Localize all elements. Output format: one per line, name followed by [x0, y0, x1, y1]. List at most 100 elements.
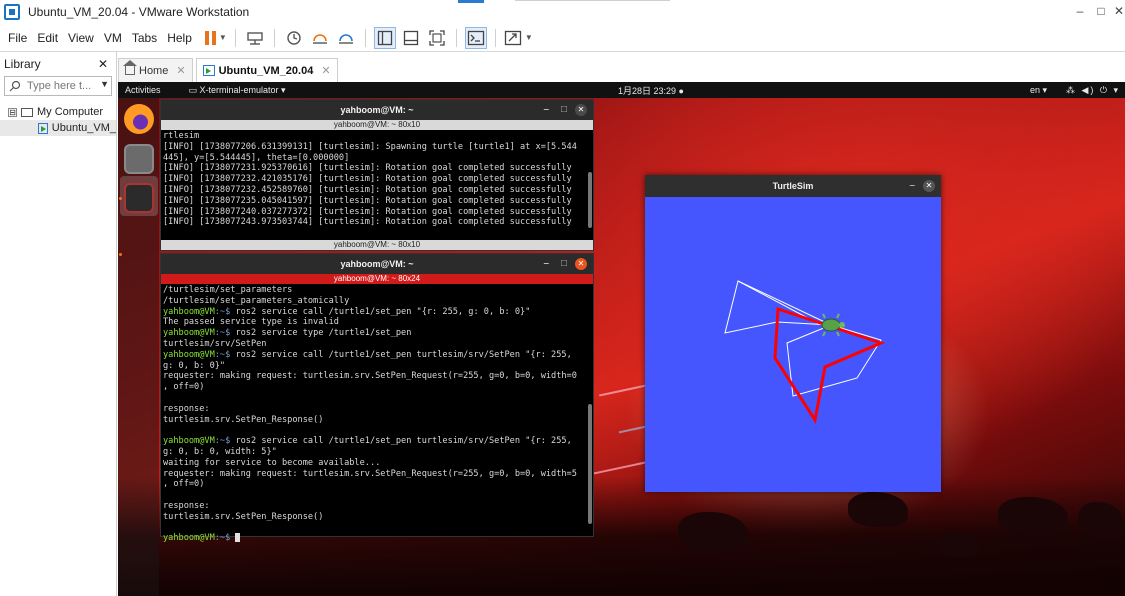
prompt-path: :~$: [214, 328, 231, 339]
menu-vm[interactable]: VM: [99, 31, 127, 45]
terminal-line: [163, 490, 591, 501]
tab-ubuntu-vm[interactable]: Ubuntu_VM_20.04 ✕: [195, 58, 338, 82]
firefox-icon[interactable]: [124, 104, 154, 134]
turtlesim-title-bar[interactable]: TurtleSim – ✕: [645, 175, 941, 197]
terminal-tab[interactable]: yahboom@VM: ~ 80x10: [161, 120, 593, 130]
tab-close-button[interactable]: ✕: [176, 64, 185, 77]
terminal-command-line: yahboom@VM:~$ ros2 service call /turtle1…: [163, 436, 591, 447]
terminal-text: ros2 service call /turtle1/set_pen "{r: …: [230, 306, 531, 317]
maximize-button[interactable]: □: [561, 104, 567, 115]
terminal-text: requester: making request: turtlesim.srv…: [163, 468, 577, 479]
terminal-title-bar[interactable]: yahboom@VM: ~ – □ ✕: [161, 254, 593, 274]
menu-file[interactable]: File: [0, 31, 32, 45]
guest-display[interactable]: Activities ▭ X-terminal-emulator ▾ 1月28日…: [118, 82, 1125, 596]
terminal-text: turtlesim/srv/SetPen: [163, 338, 267, 349]
terminal-line: turtlesim.srv.SetPen_Response(): [163, 512, 591, 523]
terminal-output[interactable]: rtlesim [INFO] [1738077206.631399131] [tu…: [161, 130, 593, 229]
thumbnail-bar-button[interactable]: [400, 27, 422, 49]
terminal-line: [INFO] [1738077235.045041597] [turtlesim…: [163, 195, 572, 206]
close-button[interactable]: ✕: [575, 258, 587, 270]
close-button[interactable]: ✕: [575, 104, 587, 116]
scrollbar[interactable]: [588, 172, 592, 228]
console-view-button[interactable]: [464, 26, 487, 49]
close-button[interactable]: ✕: [1110, 4, 1125, 18]
input-language[interactable]: en ▾: [1030, 85, 1047, 96]
menu-view[interactable]: View: [63, 31, 99, 45]
ubuntu-dock: ⋯: [118, 98, 159, 596]
snapshot-manager-button[interactable]: [335, 27, 357, 49]
full-screen-button[interactable]: [426, 27, 448, 49]
menu-help[interactable]: Help: [162, 31, 197, 45]
activities-button[interactable]: Activities: [125, 85, 161, 95]
snapshot-button[interactable]: [283, 27, 305, 49]
terminal-title-bar[interactable]: yahboom@VM: ~ – □ ✕: [161, 100, 593, 120]
turtle-icon: [821, 313, 845, 337]
toolbar-divider: [273, 28, 275, 47]
prompt-path: :~$: [214, 533, 231, 544]
tab-home[interactable]: Home ✕: [118, 58, 193, 82]
turtlesim-window[interactable]: TurtleSim – ✕: [645, 175, 941, 492]
system-menu[interactable]: ⁂ ◀) ⏻ ▾: [1066, 85, 1120, 96]
terminal-line: g: 0, b: 0}": [163, 361, 591, 372]
menu-tabs[interactable]: Tabs: [127, 31, 162, 45]
scrollbar[interactable]: [588, 404, 592, 524]
stretch-guest-button[interactable]: ▼: [504, 27, 533, 49]
terminal-text: response:: [163, 403, 210, 414]
terminal-line: [INFO] [1738077243.973503744] [turtlesim…: [163, 217, 572, 228]
terminal-tab[interactable]: yahboom@VM: ~ 80x10: [161, 240, 593, 250]
maximize-button[interactable]: □: [561, 258, 567, 269]
terminal-text: waiting for service to become available.…: [163, 457, 381, 468]
terminal-line: The passed service type is invalid: [163, 317, 591, 328]
minimize-button[interactable]: –: [543, 258, 549, 269]
close-button[interactable]: ✕: [923, 180, 935, 192]
prompt-user: yahboom@VM: [163, 349, 215, 360]
clock[interactable]: 1月28日 23:29 ●: [618, 84, 684, 97]
tab-close-button[interactable]: ✕: [321, 64, 330, 77]
terminal-icon[interactable]: [124, 183, 154, 213]
terminal-line: response:: [163, 404, 591, 415]
library-title: Library: [4, 57, 41, 71]
show-library-button[interactable]: [373, 26, 396, 49]
minimize-button[interactable]: –: [909, 180, 915, 191]
terminal-command-line: yahboom@VM:~$ ros2 service call /turtle1…: [163, 307, 591, 318]
terminal-tab-label: yahboom@VM: ~ 80x10: [333, 120, 421, 129]
maximize-button[interactable]: □: [1092, 4, 1110, 18]
terminal-line: g: 0, b: 0, width: 5}": [163, 447, 591, 458]
send-ctrl-alt-del-button[interactable]: [244, 27, 266, 49]
library-search-input[interactable]: Type here t... ▼: [4, 76, 112, 96]
terminal-line: requester: making request: turtlesim.srv…: [163, 371, 591, 382]
terminal-line: [INFO] [1738077240.037277372] [turtlesim…: [163, 206, 572, 217]
tree-item-ubuntu-vm[interactable]: Ubuntu_VM_: [0, 120, 116, 136]
revert-snapshot-button[interactable]: [309, 27, 331, 49]
revert-icon: [312, 33, 327, 44]
terminal-line: [INFO] [1738077231.925370616] [turtlesim…: [163, 163, 572, 174]
terminal-window-main[interactable]: yahboom@VM: ~ – □ ✕ yahboom@VM: ~ 80x24 …: [160, 253, 594, 543]
suspend-button[interactable]: ▼: [204, 27, 227, 49]
tree-item-label: My Computer: [37, 106, 104, 118]
terminal-window-top[interactable]: yahboom@VM: ~ – □ ✕ yahboom@VM: ~ 80x10 …: [160, 99, 594, 251]
vm-tabs: Home ✕ Ubuntu_VM_20.04 ✕: [118, 58, 341, 82]
terminal-icon: [467, 30, 485, 45]
files-icon[interactable]: [124, 144, 154, 174]
terminal-tab[interactable]: yahboom@VM: ~ 80x24: [161, 274, 593, 284]
terminal-line: [163, 425, 591, 436]
tree-item-my-computer[interactable]: ⊟ My Computer: [0, 104, 116, 120]
prompt-user: yahboom@VM: [163, 436, 215, 447]
terminal-line: [163, 393, 591, 404]
terminal-text: turtlesim.srv.SetPen_Response(): [163, 511, 324, 522]
vmware-logo-icon: [4, 4, 20, 20]
terminal-title: yahboom@VM: ~: [340, 259, 414, 269]
minimize-button[interactable]: –: [1071, 4, 1089, 18]
terminal-output[interactable]: /turtlesim/set_parameters/turtlesim/set_…: [161, 284, 593, 545]
prompt-path: :~$: [214, 306, 231, 317]
collapse-icon[interactable]: ⊟: [8, 107, 17, 117]
terminal-text: g: 0, b: 0, width: 5}": [163, 446, 277, 457]
chevron-down-icon[interactable]: ▼: [100, 79, 109, 89]
terminal-title: yahboom@VM: ~: [340, 105, 414, 115]
terminal-line: rtlesim: [163, 131, 200, 141]
library-close-button[interactable]: ✕: [98, 57, 108, 71]
menu-edit[interactable]: Edit: [32, 31, 63, 45]
app-menu[interactable]: ▭ X-terminal-emulator ▾: [189, 85, 286, 96]
minimize-button[interactable]: –: [543, 104, 549, 115]
